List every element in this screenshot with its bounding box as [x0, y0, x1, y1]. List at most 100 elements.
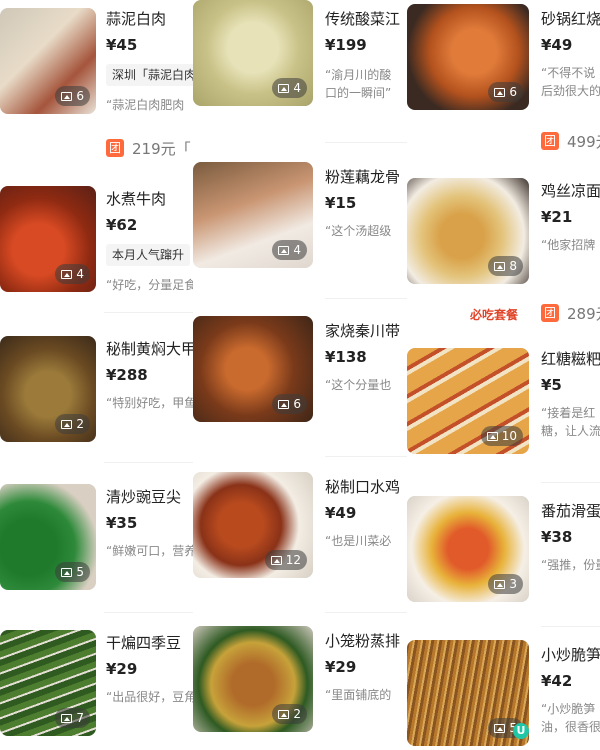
- image-icon: [61, 713, 73, 723]
- divider: [541, 626, 600, 627]
- dish-review-snippet-line2: 糖，让人流: [541, 424, 600, 438]
- image-icon: [61, 269, 73, 279]
- dish-price: ¥138: [325, 348, 367, 366]
- divider: [325, 142, 407, 143]
- image-icon: [278, 83, 290, 93]
- dish-price: ¥45: [106, 36, 138, 54]
- dish-price: ¥49: [541, 36, 573, 54]
- dish-review-snippet-line2: 油，很香很: [541, 720, 600, 734]
- group-buy-icon: 团: [541, 132, 559, 150]
- dish-name: 小笼粉蒸排: [325, 632, 401, 650]
- dish-photo[interactable]: 6: [193, 316, 313, 422]
- dish-price: ¥21: [541, 208, 573, 226]
- image-icon: [494, 579, 506, 589]
- dish-photo[interactable]: 6: [407, 4, 529, 110]
- must-eat-set-label: 必吃套餐: [470, 308, 519, 322]
- dish-price: ¥38: [541, 528, 573, 546]
- image-icon: [278, 709, 290, 719]
- image-icon: [61, 419, 73, 429]
- photo-count-badge: 6: [488, 82, 523, 102]
- photo-count-badge: 5: [55, 562, 90, 582]
- photo-count-badge: 4: [55, 264, 90, 284]
- dish-photo[interactable]: 12: [193, 472, 313, 578]
- dish-name: 砂锅红烧: [541, 10, 600, 28]
- group-buy-icon: 团: [541, 304, 559, 322]
- dish-review-snippet-line2: 后劲很大的: [541, 84, 600, 98]
- app-badge-icon: U: [513, 723, 529, 739]
- image-icon: [61, 91, 73, 101]
- dish-review-snippet: “强推，份量: [541, 558, 600, 572]
- photo-count-badge: 12: [264, 550, 307, 570]
- dish-review-snippet: “鲜嫩可口，营养: [106, 544, 193, 558]
- dish-name: 粉莲藕龙骨: [325, 168, 401, 186]
- dish-photo[interactable]: 5: [0, 484, 96, 590]
- photo-count-badge: 8: [488, 256, 523, 276]
- dish-name: 干煸四季豆: [106, 634, 182, 652]
- dish-photo[interactable]: 4: [193, 0, 313, 106]
- dish-name: 番茄滑蛋: [541, 502, 600, 520]
- dish-review-snippet: “蒜泥白肉肥肉: [106, 98, 185, 112]
- group-deal-row[interactable]: 团 289元: [541, 302, 600, 324]
- dish-review-snippet: “这个分量也: [325, 378, 392, 392]
- dish-name: 水煮牛肉: [106, 190, 167, 208]
- photo-count-badge: 10: [480, 426, 523, 446]
- dish-review-snippet: “出品很好，豆角: [106, 690, 193, 704]
- photo-count-badge: 2: [272, 704, 307, 724]
- dish-review-snippet: “特别好吃，甲鱼: [106, 396, 193, 410]
- image-icon: [278, 245, 290, 255]
- dish-column-1: 6 蒜泥白肉 ¥45 深圳「蒜泥白肉 “蒜泥白肉肥肉 团 219元「 4 水煮牛…: [0, 0, 193, 750]
- dish-name: 蒜泥白肉: [106, 10, 167, 28]
- dish-price: ¥15: [325, 194, 357, 212]
- group-deal-row[interactable]: 团 499元: [541, 130, 600, 152]
- dish-photo[interactable]: 8: [407, 178, 529, 284]
- image-icon: [61, 567, 73, 577]
- divider: [104, 462, 193, 463]
- dish-review-snippet: “不得不说: [541, 66, 596, 80]
- dish-review-snippet: “好吃，分量足食: [106, 278, 193, 292]
- dish-review-snippet: “他家招牌: [541, 238, 596, 252]
- photo-count-badge: 2: [55, 414, 90, 434]
- divider: [325, 612, 407, 613]
- group-deal-row[interactable]: 团 219元「: [106, 137, 191, 159]
- dish-photo[interactable]: 3: [407, 496, 529, 602]
- dish-photo[interactable]: 5: [407, 640, 529, 746]
- dish-price: ¥49: [325, 504, 357, 522]
- photo-count-badge: 7: [55, 708, 90, 728]
- dish-review-snippet: “接着是红: [541, 406, 596, 420]
- dish-review-snippet: “小炒脆笋: [541, 702, 596, 716]
- image-icon: [270, 555, 282, 565]
- dish-photo[interactable]: 4: [193, 162, 313, 268]
- group-buy-icon: 团: [106, 139, 124, 157]
- dish-name: 清炒豌豆尖: [106, 488, 182, 506]
- dish-name: 家烧秦川带: [325, 322, 401, 340]
- image-icon: [486, 431, 498, 441]
- image-icon: [494, 723, 506, 733]
- dish-price: ¥288: [106, 366, 148, 384]
- group-deal-text: 289元: [567, 304, 600, 323]
- image-icon: [494, 261, 506, 271]
- photo-count-badge: 4: [272, 78, 307, 98]
- dish-review-snippet: “渝月川的酸: [325, 68, 392, 82]
- dish-name: 秘制口水鸡: [325, 478, 401, 496]
- dish-photo[interactable]: 7: [0, 630, 96, 736]
- dish-photo[interactable]: 2: [0, 336, 96, 442]
- dish-price: ¥29: [106, 660, 138, 678]
- dish-name: 传统酸菜江: [325, 10, 401, 28]
- dish-photo[interactable]: 10: [407, 348, 529, 454]
- group-deal-text: 499元: [567, 132, 600, 151]
- dish-price: ¥29: [325, 658, 357, 676]
- dish-review-snippet: “里面铺底的: [325, 688, 392, 702]
- divider: [104, 312, 193, 313]
- dish-tag: 本月人气蹿升: [106, 244, 191, 266]
- dish-name: 小炒脆笋: [541, 646, 600, 664]
- dish-review-snippet: “也是川菜必: [325, 534, 392, 548]
- dish-price: ¥62: [106, 216, 138, 234]
- dish-price: ¥35: [106, 514, 138, 532]
- dish-name: 红糖糍粑: [541, 350, 600, 368]
- dish-photo[interactable]: 4: [0, 186, 96, 292]
- group-deal-text: 219元「: [132, 139, 191, 158]
- dish-price: ¥42: [541, 672, 573, 690]
- dish-photo[interactable]: 6: [0, 8, 96, 114]
- dish-photo[interactable]: 2: [193, 626, 313, 732]
- photo-count-badge: 6: [55, 86, 90, 106]
